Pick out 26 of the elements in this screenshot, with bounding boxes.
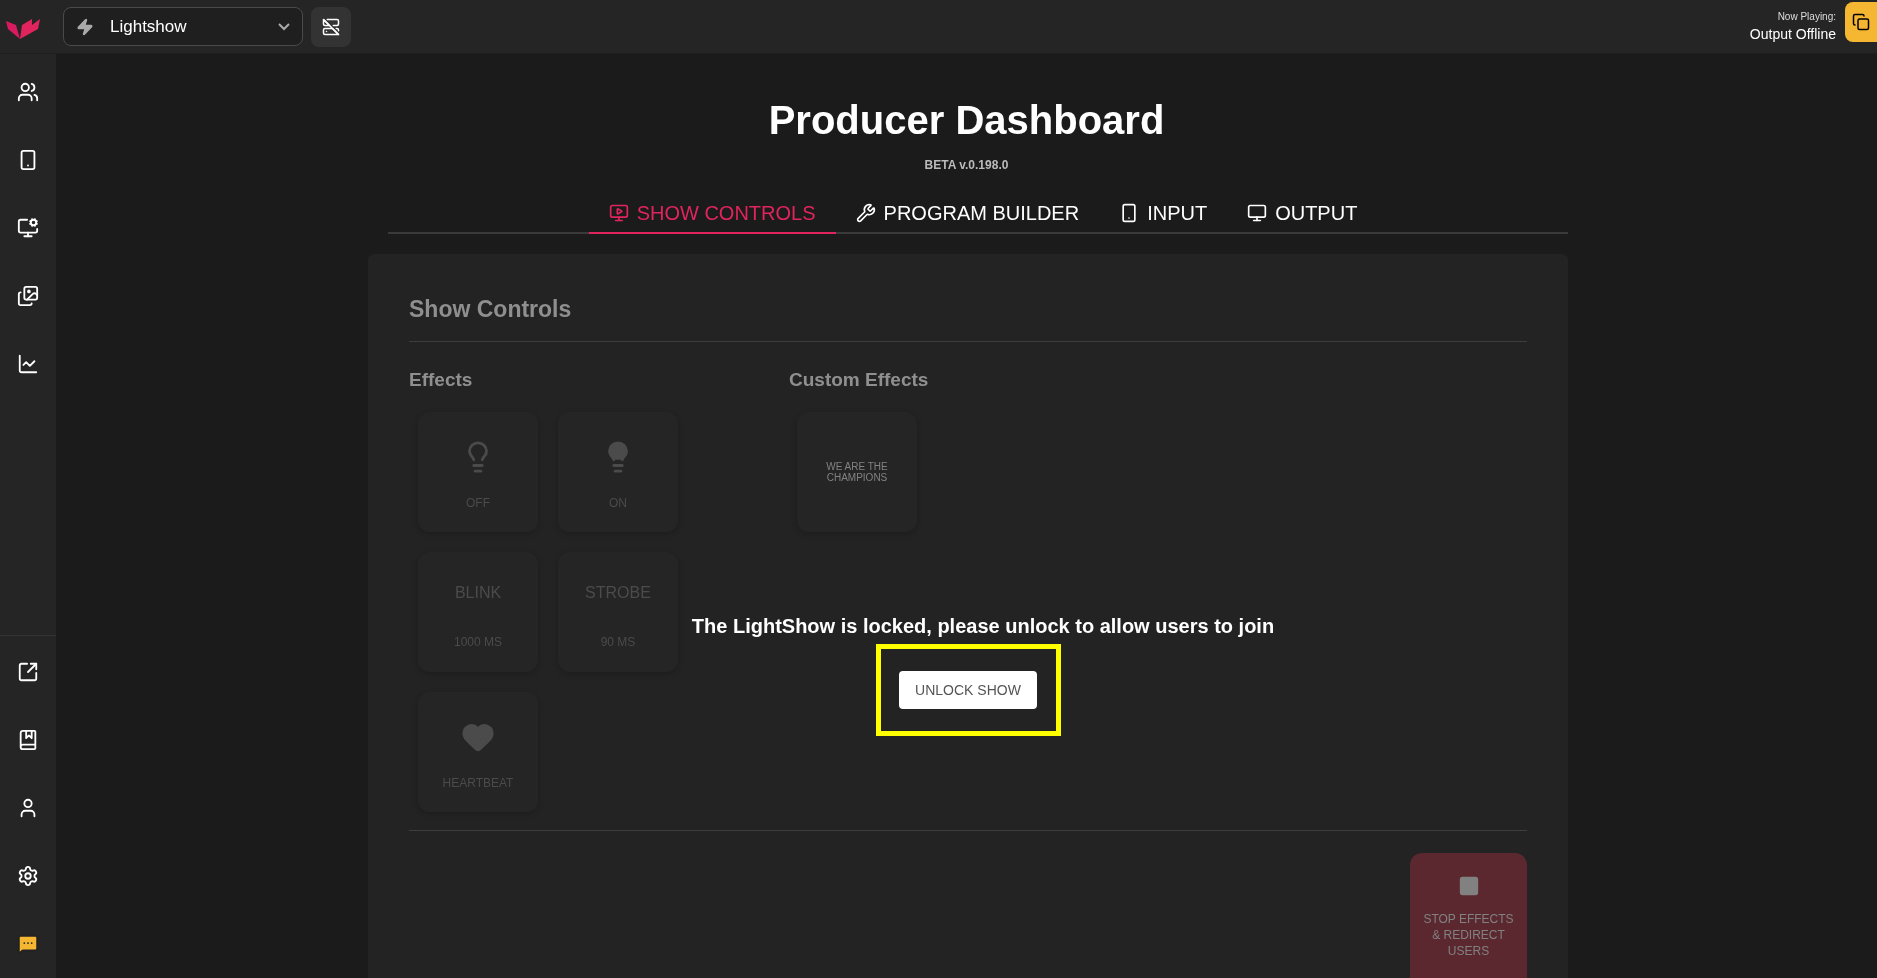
output-button[interactable] <box>1845 2 1877 42</box>
section-heading: Effects <box>409 367 474 392</box>
crossed-list-icon <box>322 17 340 36</box>
lock-message: The LightShow is locked, please unlock to allow users to join <box>691 614 1275 639</box>
version-label: BETA v.0.198.0 <box>924 157 1009 174</box>
tab[interactable]: PROGRAM BUILDER <box>835 194 1100 234</box>
monitor-icon <box>1247 203 1268 223</box>
tab[interactable]: SHOW CONTROLS <box>588 194 836 234</box>
now-playing-label: Now Playing: <box>1777 9 1836 24</box>
tools-icon <box>855 203 876 223</box>
section-heading: Custom Effects <box>789 367 929 392</box>
presentation-icon <box>608 203 629 223</box>
custom-effect-card[interactable]: WE ARE THE CHAMPIONS <box>797 412 917 532</box>
tab[interactable]: OUTPUT <box>1227 194 1378 234</box>
stacked-frames-icon <box>1852 13 1870 31</box>
tab[interactable]: INPUT <box>1099 194 1228 234</box>
stop-icon <box>1457 875 1480 897</box>
chevron-down-icon <box>278 22 290 31</box>
now-playing-status: Output Offline <box>1749 24 1836 44</box>
stop-effects-button[interactable]: STOP EFFECTS & REDIRECT USERS <box>1410 853 1527 978</box>
lightning-icon <box>76 17 94 36</box>
show-dropdown[interactable]: Lightshow <box>63 7 303 46</box>
page-title: Producer Dashboard <box>768 97 1165 144</box>
toggle-button[interactable] <box>311 6 351 47</box>
panel-title: Show Controls <box>409 295 573 324</box>
unlock-show-button[interactable]: UNLOCK SHOW <box>899 671 1037 709</box>
